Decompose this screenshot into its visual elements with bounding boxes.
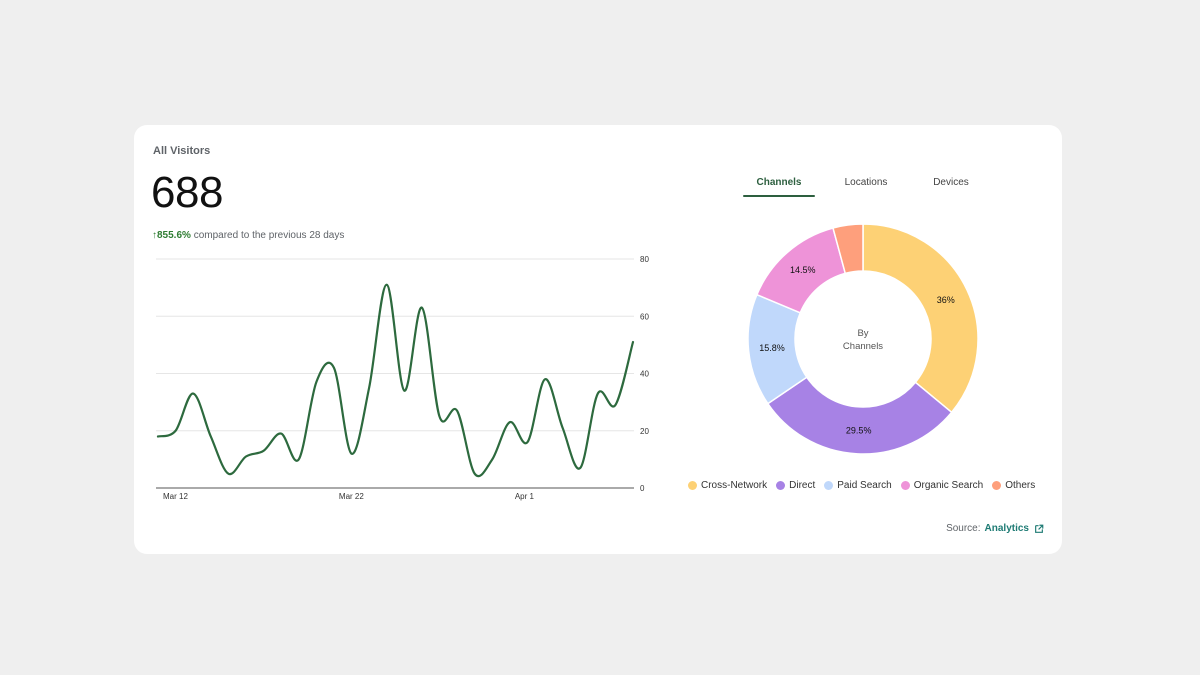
legend-label: Cross-Network: [701, 480, 768, 491]
source-line: Source: Analytics: [946, 523, 1044, 534]
legend-label: Organic Search: [913, 480, 984, 491]
external-link-icon[interactable]: [1034, 524, 1044, 534]
donut-center-label: By: [857, 328, 868, 339]
legend-dot: [776, 481, 786, 490]
legend-dot: [688, 481, 697, 490]
legend-item[interactable]: Others: [992, 480, 1035, 491]
slice-label: 36%: [937, 295, 955, 305]
legend-dot: [992, 481, 1002, 490]
legend-item[interactable]: Direct: [776, 480, 815, 491]
legend-dot: [900, 481, 910, 490]
donut-legend: Cross-Network Direct Paid Search Organic Se…: [688, 480, 1048, 491]
legend-dot: [824, 481, 834, 490]
analytics-link[interactable]: Analytics: [985, 523, 1029, 534]
slice-label: 29.5%: [846, 425, 872, 435]
legend-label: Direct: [789, 480, 816, 491]
legend-item[interactable]: Paid Search: [824, 480, 892, 491]
visitors-card: All Visitors 688 ↑855.6% compared to the…: [134, 125, 1062, 554]
slice-label: 15.8%: [759, 343, 785, 353]
donut-slice-direct[interactable]: [766, 376, 953, 455]
legend-label: Paid Search: [837, 480, 892, 491]
legend-item[interactable]: Cross-Network: [688, 480, 767, 491]
source-prefix: Source:: [946, 523, 981, 534]
donut-center-label: Channels: [843, 341, 883, 352]
donut-slice-cross-network[interactable]: [862, 223, 979, 414]
legend-item[interactable]: Organic Search: [900, 480, 984, 491]
slice-label: 14.5%: [790, 265, 816, 275]
legend-label: Others: [1005, 480, 1036, 491]
